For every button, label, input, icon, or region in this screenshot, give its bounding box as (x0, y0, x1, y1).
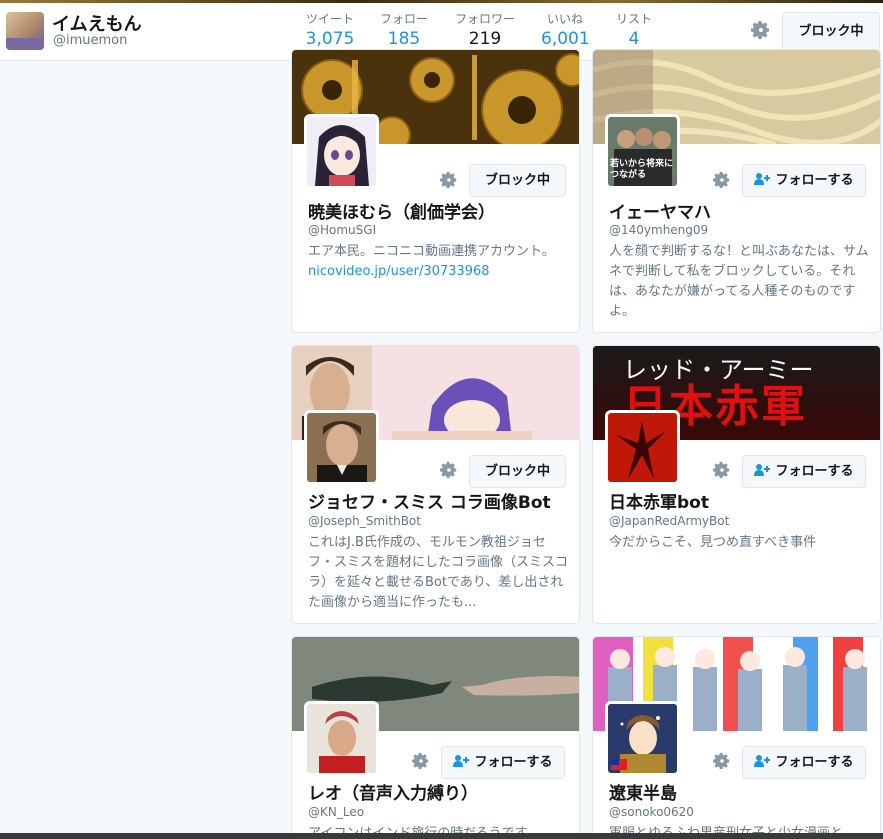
card-avatar[interactable] (605, 701, 680, 776)
card-handle[interactable]: @Joseph_SmithBot (308, 514, 421, 528)
avatar-image (307, 704, 376, 773)
user-card: ブロック中 暁美ほむら（創価学会） @HomuSGI エア本民。ニコニコ動画連携… (291, 49, 580, 333)
add-person-icon (754, 173, 771, 185)
stat-value: 4 (628, 29, 640, 49)
avatar-image (608, 413, 677, 482)
user-card: フォローする レオ（音声入力縛り） @KN_Leo アイコンはインド旅行の時だろ… (291, 636, 580, 839)
stat-label: リスト (615, 12, 652, 26)
stat-likes[interactable]: いいね 6,001 (541, 12, 590, 50)
card-avatar[interactable]: 若いから将来につながる (605, 114, 680, 189)
add-person-icon (754, 464, 771, 476)
blocked-button[interactable]: ブロック中 (782, 12, 880, 52)
stat-label: フォロワー (454, 12, 515, 26)
stat-tweets[interactable]: ツイート 3,075 (305, 12, 355, 50)
follow-button[interactable]: フォローする (742, 164, 866, 197)
gear-icon[interactable] (440, 461, 458, 479)
user-card: 若いから将来につながる フォローする イェーヤマハ @140ymheng09 人… (592, 49, 881, 333)
profile-mini-avatar[interactable] (6, 12, 44, 50)
user-card: レッド・アーミー 日本赤軍 フォローする 日本赤軍bot @JapanRedAr… (592, 345, 881, 624)
blocked-button[interactable]: ブロック中 (469, 455, 566, 488)
avatar-image (307, 117, 376, 186)
user-card: フォローする 遼東半島 @sonoko0620 軍服とゆるふわ男産刑女子と少女漫… (592, 636, 881, 839)
card-name[interactable]: レオ（音声入力縛り） (308, 779, 478, 804)
card-name[interactable]: イェーヤマハ (609, 198, 711, 223)
stat-value: 3,075 (305, 29, 355, 49)
avatar-image (608, 704, 677, 773)
card-bio: 今だからこそ、見つめ直すべき事件 (609, 535, 817, 550)
profile-handle[interactable]: @imuemon (53, 33, 127, 48)
bio-link[interactable]: nicovideo.jp/user/30733968 (308, 264, 490, 279)
gear-icon[interactable] (412, 752, 430, 770)
card-avatar[interactable] (304, 410, 379, 485)
card-handle[interactable]: @JapanRedArmyBot (609, 514, 729, 528)
gear-icon[interactable] (713, 171, 731, 189)
gear-icon[interactable] (751, 20, 771, 40)
card-bio: エア本民。ニコニコ動画連携アカウント。 nicovideo.jp/user/30… (308, 242, 568, 282)
follow-button[interactable]: フォローする (742, 455, 866, 488)
card-name[interactable]: ジョセフ・スミス コラ画像Bot (308, 488, 551, 513)
gear-icon[interactable] (713, 752, 731, 770)
card-name[interactable]: 遼東半島 (609, 779, 677, 804)
card-handle[interactable]: @140ymheng09 (609, 223, 708, 237)
stat-value: 219 (468, 29, 502, 49)
follow-button[interactable]: フォローする (441, 746, 565, 779)
avatar-caption: 若いから将来につながる (610, 159, 674, 180)
user-card: ブロック中 ジョセフ・スミス コラ画像Bot @Joseph_SmithBot … (291, 345, 580, 624)
follow-label: フォローする (775, 173, 854, 188)
stat-value: 185 (387, 29, 421, 49)
follow-button[interactable]: フォローする (742, 746, 866, 779)
stat-lists[interactable]: リスト 4 (614, 12, 654, 50)
card-handle[interactable]: @sonoko0620 (609, 805, 694, 819)
bio-text: エア本民。ニコニコ動画連携アカウント。 (308, 244, 555, 259)
follow-label: フォローする (775, 464, 854, 479)
follow-label: フォローする (775, 755, 854, 770)
card-handle[interactable]: @KN_Leo (308, 805, 364, 819)
add-person-icon (453, 755, 470, 767)
stat-label: フォロー (380, 12, 429, 26)
card-avatar[interactable] (304, 114, 379, 189)
add-person-icon (754, 755, 771, 767)
follow-label: フォローする (474, 755, 553, 770)
card-name[interactable]: 日本赤軍bot (609, 488, 709, 513)
stat-followers[interactable]: フォロワー 219 (452, 12, 518, 50)
card-bio: 人を顔で判断するな！と叫ぶあなたは、サムネで判断して私をブロックしている。それは… (609, 244, 869, 319)
card-avatar[interactable] (304, 701, 379, 776)
gear-icon[interactable] (713, 461, 731, 479)
stat-label: ツイート (305, 12, 354, 26)
card-avatar[interactable] (605, 410, 680, 485)
card-bio: これはJ.B氏作成の、モルモン教祖ジョセフ・スミスを題材にしたコラ画像（スミスコ… (308, 535, 568, 610)
gear-icon[interactable] (440, 171, 458, 189)
card-handle[interactable]: @HomuSGI (308, 223, 376, 237)
horizontal-scrollbar[interactable] (0, 833, 883, 839)
card-name[interactable]: 暁美ほむら（創価学会） (308, 198, 495, 223)
stat-following[interactable]: フォロー 185 (380, 12, 428, 50)
blocked-button[interactable]: ブロック中 (469, 164, 566, 197)
stat-label: いいね (546, 12, 583, 26)
avatar-image (307, 413, 376, 482)
stat-value: 6,001 (541, 29, 590, 49)
